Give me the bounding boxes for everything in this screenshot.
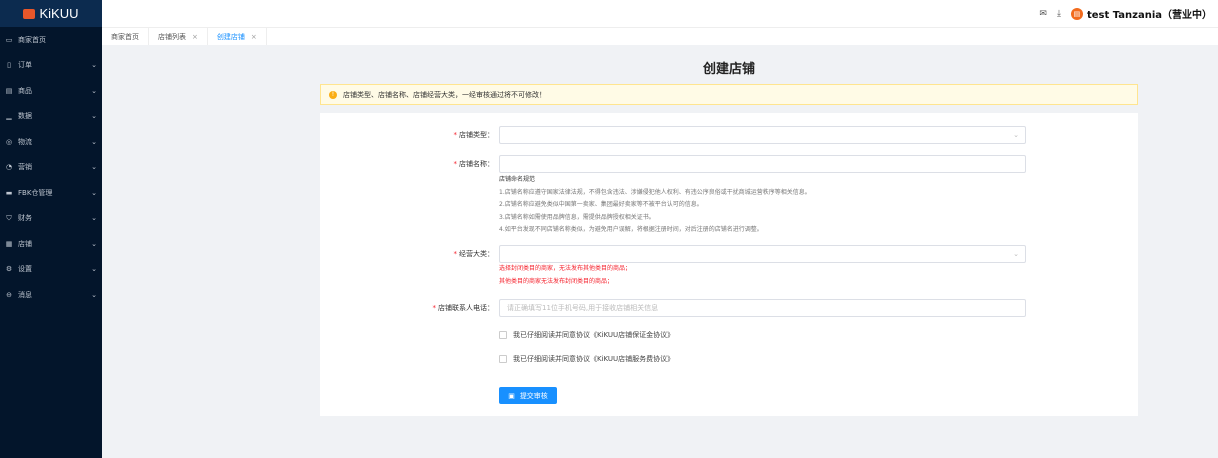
sidebar-item-label: 商品 bbox=[18, 86, 32, 95]
rule-item: 1.店铺名称应遵守国家法律法规，不得包含违法、涉嫌侵犯他人权利、有违公序良俗或干… bbox=[499, 188, 811, 196]
download-icon[interactable]: ⤓ bbox=[1057, 9, 1061, 19]
chevron-down-icon: ⌄ bbox=[91, 290, 97, 299]
rule-item: 4.如平台发现不同店铺名称类似，为避免用户误解，将根据注册时间，对后注册的店铺名… bbox=[499, 226, 763, 233]
sidebar-item[interactable]: ◎ 物流 ⌄ bbox=[0, 129, 102, 155]
chevron-down-icon: ⌄ bbox=[91, 239, 97, 248]
sidebar-item[interactable]: ⚙ 设置 ⌄ bbox=[0, 257, 102, 283]
sidebar-item-label: 商家首页 bbox=[18, 35, 46, 44]
chevron-down-icon: ⌄ bbox=[91, 265, 97, 274]
user-name: test Tanzania（营业中） bbox=[1086, 10, 1212, 21]
store-icon: ▦ bbox=[5, 239, 13, 248]
logo[interactable]: KiKUU bbox=[0, 0, 102, 27]
cart-logo-icon bbox=[23, 8, 36, 19]
phone-placeholder: 请正确填写11位手机号码,用于接收店铺相关信息 bbox=[507, 304, 659, 312]
sidebar-item-label: FBK仓管理 bbox=[18, 188, 53, 197]
mail-icon[interactable]: ✉ bbox=[1039, 9, 1047, 19]
sidebar-item[interactable]: ▬ FBK仓管理 ⌄ bbox=[0, 180, 102, 206]
chevron-down-icon: ⌄ bbox=[91, 163, 97, 172]
chevron-down-icon: ⌄ bbox=[91, 61, 97, 70]
close-icon[interactable]: × bbox=[251, 33, 257, 41]
sidebar-item[interactable]: ▭ 商家首页 bbox=[0, 27, 102, 53]
pie-icon: ◔ bbox=[5, 163, 13, 172]
close-icon[interactable]: × bbox=[192, 33, 198, 41]
checkbox-box[interactable] bbox=[499, 331, 507, 339]
sidebar-item-label: 物流 bbox=[18, 137, 32, 146]
agree-deposit-checkbox[interactable]: 我已仔细阅读并同意协议《KiKUU店铺保证金协议》 bbox=[499, 330, 674, 340]
sidebar-item[interactable]: ⛉ 财务 ⌄ bbox=[0, 206, 102, 232]
create-store-form: * 店铺类型： ⌄ * 店铺名称： 店铺命名规范 1.店铺名称应遵守国家法律法规，不… bbox=[320, 113, 1138, 416]
tab-label: 创建店铺 bbox=[216, 32, 245, 41]
sidebar-item-label: 消息 bbox=[18, 290, 32, 299]
category-notes: 选择封闭类目的商家，无法发布其他类目的商品； 其他类目的商家无法发布封闭类目的商… bbox=[499, 263, 631, 288]
sidebar-item[interactable]: ▤ 商品 ⌄ bbox=[0, 78, 102, 104]
store-name-input[interactable] bbox=[499, 155, 1026, 173]
checkbox-box[interactable] bbox=[499, 355, 507, 363]
category-note: 其他类目的商家无法发布封闭类目的商品； bbox=[499, 277, 614, 285]
store-type-label: * 店铺类型： bbox=[453, 131, 495, 139]
gear-icon: ⚙ bbox=[5, 265, 13, 274]
chart-icon: ▁ bbox=[6, 112, 12, 121]
tab-label: 商家首页 bbox=[111, 32, 139, 41]
message-icon: ⊖ bbox=[6, 290, 12, 299]
tab-bar: 商家首页 店铺列表 × 创建店铺 × bbox=[102, 27, 1218, 45]
product-icon: ▤ bbox=[5, 86, 13, 95]
checkbox-label: 我已仔细阅读并同意协议《KiKUU店铺保证金协议》 bbox=[513, 331, 675, 339]
sidebar: KiKUU ▭ 商家首页 ▯ 订单 ⌄ ▤ 商品 ⌄ ▁ 数据 ⌄ ◎ 物流 ⌄ ◔ 营销 ⌄ ▬ FBK仓管理 ⌄ ⛉… bbox=[0, 0, 102, 458]
sidebar-item-label: 数据 bbox=[18, 112, 32, 121]
chevron-down-icon: ⌄ bbox=[91, 86, 97, 95]
sidebar-item-label: 设置 bbox=[18, 265, 32, 274]
sidebar-item-label: 店铺 bbox=[18, 239, 32, 248]
logistics-icon: ◎ bbox=[5, 137, 13, 146]
chevron-down-icon: ⌄ bbox=[91, 214, 97, 223]
checkbox-label: 我已仔细阅读并同意协议《KiKUU店铺服务费协议》 bbox=[513, 355, 675, 363]
warning-icon: ! bbox=[329, 90, 337, 99]
warning-text: 店铺类型、店铺名称、店铺经营大类，一经审核通过将不可修改！ bbox=[343, 90, 546, 99]
category-select[interactable]: ⌄ bbox=[499, 245, 1026, 263]
monitor-icon: ▭ bbox=[5, 35, 13, 44]
logo-text: KiKUU bbox=[39, 6, 79, 21]
rules-title: 店铺命名规范 bbox=[499, 176, 536, 183]
save-icon: ▣ bbox=[508, 391, 515, 400]
category-note: 选择封闭类目的商家，无法发布其他类目的商品； bbox=[499, 265, 632, 272]
chevron-down-icon: ⌄ bbox=[91, 188, 97, 197]
phone-input[interactable]: 请正确填写11位手机号码,用于接收店铺相关信息 bbox=[499, 299, 1026, 317]
tab-label: 店铺列表 bbox=[158, 32, 186, 41]
store-avatar-icon: ▤ bbox=[1070, 7, 1083, 20]
order-icon: ▯ bbox=[7, 61, 11, 70]
shield-icon: ⛉ bbox=[6, 213, 12, 222]
store-name-label: * 店铺名称： bbox=[453, 160, 495, 168]
page-title: 创建店铺 bbox=[702, 62, 755, 77]
sidebar-item[interactable]: ▁ 数据 ⌄ bbox=[0, 104, 102, 130]
chevron-down-icon: ⌄ bbox=[1013, 131, 1019, 139]
tab-store-list[interactable]: 店铺列表 × bbox=[149, 28, 208, 45]
category-label: * 经营大类： bbox=[453, 250, 495, 258]
chevron-down-icon: ⌄ bbox=[1013, 250, 1019, 258]
sidebar-item-label: 营销 bbox=[18, 163, 32, 172]
agree-service-fee-checkbox[interactable]: 我已仔细阅读并同意协议《KiKUU店铺服务费协议》 bbox=[499, 354, 674, 364]
sidebar-item-label: 财务 bbox=[18, 214, 32, 223]
sidebar-item[interactable]: ⊖ 消息 ⌄ bbox=[0, 282, 102, 308]
sidebar-item[interactable]: ▦ 店铺 ⌄ bbox=[0, 231, 102, 257]
sidebar-item[interactable]: ▯ 订单 ⌄ bbox=[0, 53, 102, 79]
phone-label: * 店铺联系人电话： bbox=[432, 304, 495, 312]
submit-review-button[interactable]: ▣ 提交审核 bbox=[499, 387, 557, 404]
naming-rules: 店铺命名规范 1.店铺名称应遵守国家法律法规，不得包含违法、涉嫌侵犯他人权利、有… bbox=[499, 174, 811, 237]
submit-label: 提交审核 bbox=[519, 391, 548, 400]
warehouse-icon: ▬ bbox=[5, 188, 13, 197]
store-type-select[interactable]: ⌄ bbox=[499, 126, 1026, 144]
rule-item: 3.店铺名称如需使用品牌信息，需提供品牌授权相关证书。 bbox=[499, 213, 655, 221]
sidebar-item-label: 订单 bbox=[18, 61, 32, 70]
tab-create-store[interactable]: 创建店铺 × bbox=[208, 28, 267, 45]
top-header: ✉ ⤓ ▤ test Tanzania（营业中） bbox=[102, 0, 1218, 27]
user-menu[interactable]: ▤ test Tanzania（营业中） bbox=[1070, 6, 1212, 21]
rule-item: 2.店铺名称应避免类似中国第一卖家、集团最好卖家等不被平台认可的信息。 bbox=[499, 201, 703, 208]
warning-banner: ! 店铺类型、店铺名称、店铺经营大类，一经审核通过将不可修改！ bbox=[320, 84, 1138, 105]
sidebar-item[interactable]: ◔ 营销 ⌄ bbox=[0, 155, 102, 181]
chevron-down-icon: ⌄ bbox=[91, 112, 97, 121]
tab-merchant-home[interactable]: 商家首页 bbox=[102, 28, 149, 45]
chevron-down-icon: ⌄ bbox=[91, 137, 97, 146]
